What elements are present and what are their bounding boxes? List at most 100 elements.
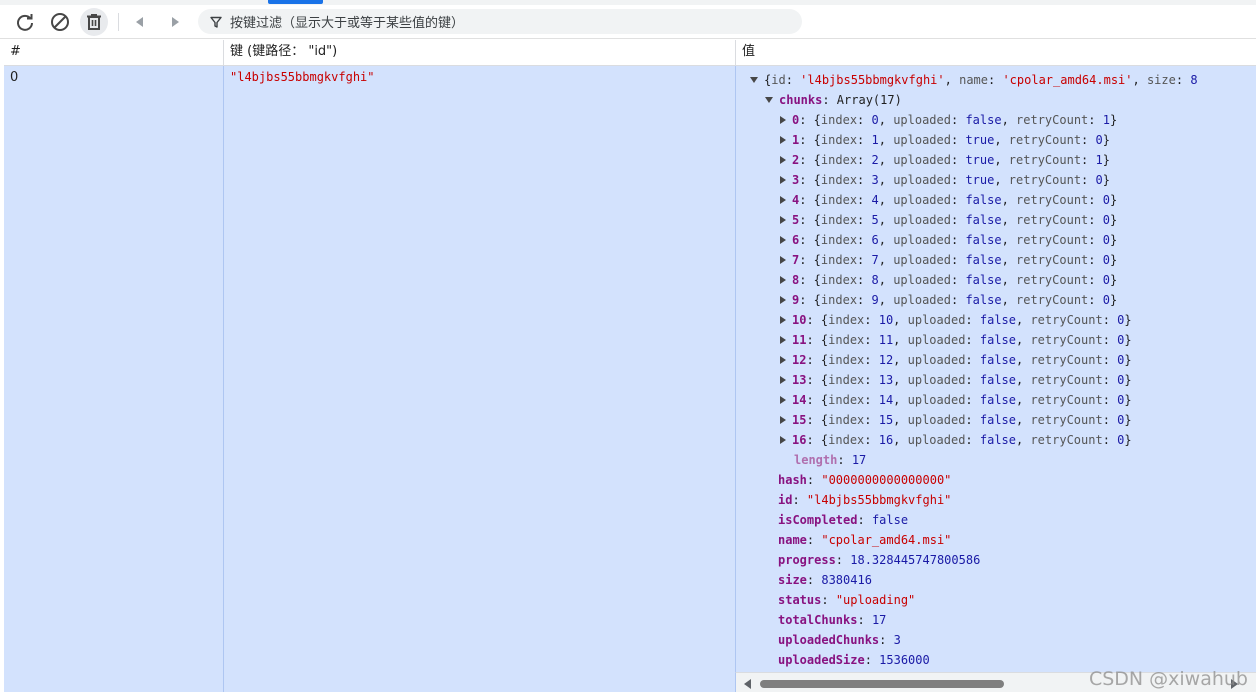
chunk-prop-retry: retryCount [1030, 373, 1103, 387]
property-value: 3 [893, 633, 901, 647]
chunk-uploaded-value: false [979, 373, 1016, 387]
chunk-row[interactable]: 7: {index: 7, uploaded: false, retryCoun… [780, 250, 1117, 270]
expand-right-icon[interactable] [780, 136, 786, 144]
chunk-row[interactable]: 11: {index: 11, uploaded: false, retryCo… [780, 330, 1132, 350]
chunk-row[interactable]: 5: {index: 5, uploaded: false, retryCoun… [780, 210, 1117, 230]
expand-right-icon[interactable] [780, 236, 786, 244]
chunk-index-value: 13 [878, 373, 894, 387]
expand-right-icon[interactable] [780, 296, 786, 304]
chunk-row[interactable]: 8: {index: 8, uploaded: false, retryCoun… [780, 270, 1117, 290]
chunk-prop-uploaded: uploaded [893, 173, 951, 187]
chunk-prop-retry: retryCount [1016, 273, 1089, 287]
trash-icon [87, 14, 101, 30]
chunk-retry-value: 0 [1117, 353, 1125, 367]
chunk-row[interactable]: 0: {index: 0, uploaded: false, retryCoun… [780, 110, 1117, 130]
expand-right-icon[interactable] [780, 436, 786, 444]
chunk-prop-uploaded: uploaded [907, 433, 966, 447]
expand-right-icon[interactable] [780, 276, 786, 284]
field-row: status: "uploading" [778, 590, 915, 610]
colon: : [1088, 213, 1103, 227]
expand-right-icon[interactable] [780, 196, 786, 204]
chunk-prop-index: index [820, 213, 858, 227]
scrollbar-thumb[interactable] [760, 680, 1004, 688]
previous-page-button[interactable] [126, 8, 154, 36]
chunk-index-key: 14 [792, 393, 807, 407]
colon: : [857, 173, 872, 187]
table-row[interactable]: 0 "l4bjbs55bbmgkvfghi" {id: 'l4bjbs55bbm… [4, 66, 1256, 692]
comma: , [1001, 253, 1017, 267]
chunk-index-value: 16 [878, 433, 894, 447]
chunk-retry-value: 0 [1102, 293, 1110, 307]
column-header-value[interactable]: 值 [735, 40, 1256, 66]
clear-button[interactable] [46, 8, 74, 36]
comma: , [878, 273, 894, 287]
comma: , [1132, 73, 1147, 87]
chunk-row[interactable]: 13: {index: 13, uploaded: false, retryCo… [780, 370, 1132, 390]
expand-right-icon[interactable] [780, 396, 786, 404]
object-summary-row[interactable]: {id: 'l4bjbs55bbmgkvfghi', name: 'cpolar… [750, 70, 1198, 90]
expand-right-icon[interactable] [780, 176, 786, 184]
expand-right-icon[interactable] [780, 116, 786, 124]
expand-right-icon[interactable] [780, 256, 786, 264]
scroll-left-icon[interactable] [744, 679, 751, 689]
column-header-key[interactable]: 键 (键路径： "id") [223, 40, 735, 66]
expand-right-icon[interactable] [780, 156, 786, 164]
colon: : [1081, 153, 1096, 167]
chunk-row[interactable]: 12: {index: 12, uploaded: false, retryCo… [780, 350, 1132, 370]
chunk-row[interactable]: 2: {index: 2, uploaded: true, retryCount… [780, 150, 1110, 170]
expand-down-icon[interactable] [765, 97, 773, 103]
chunk-row[interactable]: 6: {index: 6, uploaded: false, retryCoun… [780, 230, 1117, 250]
expand-right-icon[interactable] [780, 316, 786, 324]
colon: : [1088, 233, 1103, 247]
colon: : [857, 153, 872, 167]
chunk-row[interactable]: 9: {index: 9, uploaded: false, retryCoun… [780, 290, 1117, 310]
chunk-row[interactable]: 14: {index: 14, uploaded: false, retryCo… [780, 390, 1132, 410]
field-row: progress: 18.328445747800586 [778, 550, 980, 570]
chunk-row[interactable]: 3: {index: 3, uploaded: true, retryCount… [780, 170, 1110, 190]
expand-right-icon[interactable] [780, 216, 786, 224]
chunk-row[interactable]: 10: {index: 10, uploaded: false, retryCo… [780, 310, 1132, 330]
chunk-uploaded-value: true [965, 153, 995, 167]
chunk-uploaded-value: false [979, 313, 1016, 327]
chunk-uploaded-value: false [979, 333, 1016, 347]
expand-right-icon[interactable] [780, 356, 786, 364]
colon: : [806, 473, 822, 487]
chunk-retry-value: 0 [1117, 413, 1125, 427]
comma: , [878, 193, 894, 207]
brace: : { [806, 333, 829, 347]
brace: } [1124, 313, 1132, 327]
chunk-row[interactable]: 16: {index: 16, uploaded: false, retryCo… [780, 430, 1132, 450]
expand-right-icon[interactable] [780, 336, 786, 344]
comma: , [1001, 273, 1017, 287]
chunk-row[interactable]: 4: {index: 4, uploaded: false, retryCoun… [780, 190, 1117, 210]
chunk-prop-index: index [828, 333, 865, 347]
colon: : [857, 613, 872, 627]
chunk-retry-value: 0 [1117, 393, 1125, 407]
key-filter-input[interactable]: 按键过滤（显示大于或等于某些值的键） [198, 9, 802, 34]
chunk-prop-index: index [820, 253, 858, 267]
colon: : [792, 493, 807, 507]
chunk-uploaded-value: false [965, 273, 1002, 287]
expand-right-icon[interactable] [780, 376, 786, 384]
chunk-prop-retry: retryCount [1016, 293, 1089, 307]
chunk-row[interactable]: 15: {index: 15, uploaded: false, retryCo… [780, 410, 1132, 430]
chunk-prop-retry: retryCount [1016, 213, 1089, 227]
next-page-button[interactable] [161, 8, 189, 36]
chunk-prop-index: index [828, 313, 865, 327]
column-header-number[interactable]: # [4, 40, 223, 66]
refresh-button[interactable] [11, 8, 39, 36]
delete-button[interactable] [80, 8, 108, 36]
brace: } [1109, 233, 1118, 247]
colon: : [950, 293, 966, 307]
chunk-index-key: 6 [792, 233, 800, 247]
chunks-row[interactable]: chunks: Array(17) [765, 90, 902, 110]
comma: , [878, 293, 894, 307]
chunk-row[interactable]: 1: {index: 1, uploaded: true, retryCount… [780, 130, 1110, 150]
colon: : [857, 193, 872, 207]
expand-right-icon[interactable] [780, 416, 786, 424]
expand-down-icon[interactable] [750, 77, 758, 83]
chunk-retry-value: 0 [1117, 433, 1125, 447]
summary-key-id: id [771, 73, 786, 87]
triangle-left-icon [136, 17, 143, 27]
field-row: id: "l4bjbs55bbmgkvfghi" [778, 490, 951, 510]
